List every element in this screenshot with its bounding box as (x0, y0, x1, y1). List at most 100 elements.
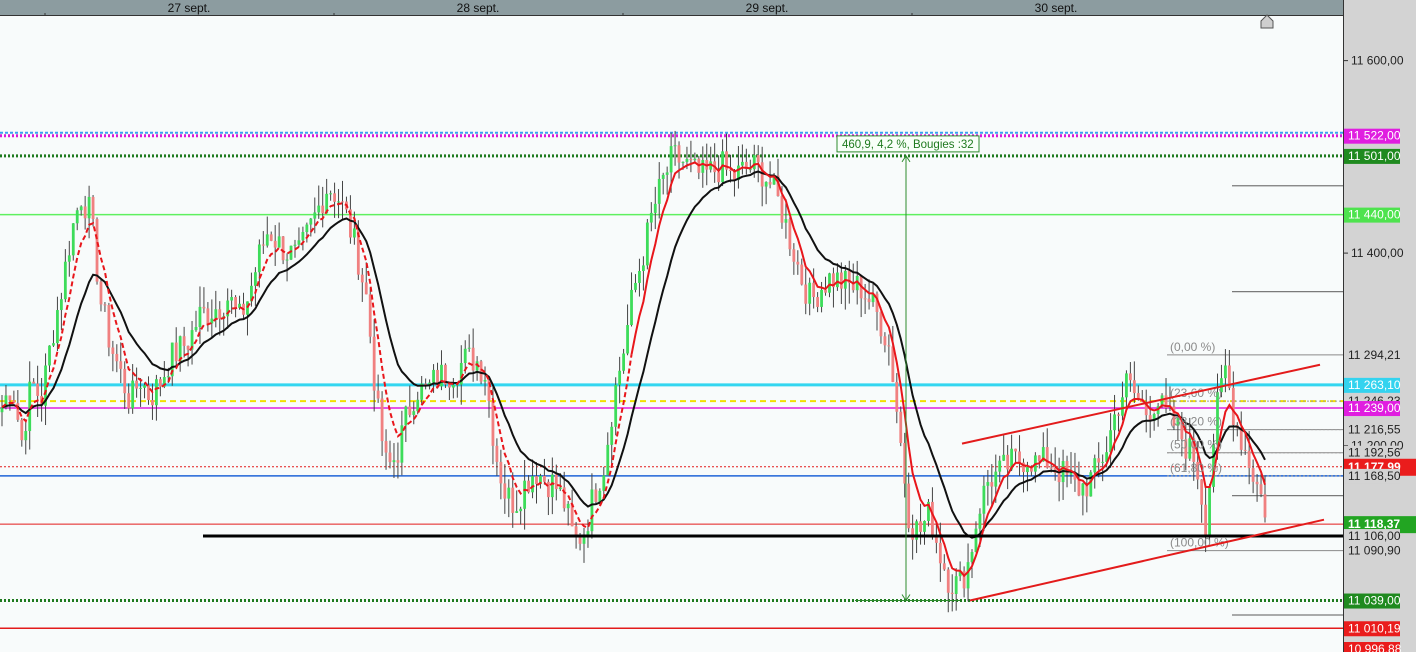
candle-body (1259, 484, 1263, 495)
candle-body (934, 537, 938, 543)
candle-body (531, 476, 534, 493)
candle-body (471, 347, 475, 371)
candle-body (1125, 373, 1128, 398)
candle-body (155, 379, 158, 406)
candle-body (337, 201, 340, 203)
candle-body (447, 384, 451, 388)
candle-body (622, 353, 626, 371)
candle-body (681, 161, 685, 163)
candle-body (883, 336, 887, 346)
candle-body (1208, 486, 1211, 537)
candle-body (368, 294, 372, 337)
candle-body (364, 282, 368, 295)
candle-body (895, 381, 899, 412)
candle-body (174, 342, 178, 362)
candle-body (606, 444, 610, 476)
candle-body (36, 383, 40, 396)
date-label: 27 sept. (168, 1, 211, 15)
candle-body (317, 205, 321, 213)
candle-body (836, 272, 839, 288)
level-price-label: 11 168,50 (1348, 469, 1401, 483)
fib-label: (0,00 %) (1170, 340, 1215, 354)
candle-body (218, 309, 222, 319)
level-price-label: 10 996,88 (1348, 642, 1402, 652)
level-price-label: 11 192,56 (1348, 446, 1401, 460)
candle-body (954, 576, 958, 594)
candle-body (1014, 448, 1017, 452)
candle-body (285, 259, 289, 261)
candle-body (95, 219, 99, 282)
candle-body (309, 218, 313, 225)
candle-body (641, 265, 645, 271)
candle-body (653, 203, 657, 213)
candle-body (352, 228, 356, 238)
candle-body (1117, 414, 1120, 416)
level-price-label: 11 010,19 (1348, 621, 1401, 635)
candle-body (535, 476, 538, 485)
candle-body (665, 172, 669, 175)
candle-body (305, 224, 309, 233)
measure-label: 460,9, 4,2 %, Bougies :32 (842, 139, 974, 151)
candle-body (626, 325, 629, 354)
candle-body (610, 426, 614, 445)
candle-body (1113, 414, 1116, 431)
candle-body (546, 481, 550, 498)
candle-body (293, 244, 297, 246)
candle-body (812, 282, 816, 298)
candle-body (277, 236, 281, 248)
candle-body (638, 270, 641, 283)
candle-body (970, 552, 974, 563)
candle-body (740, 161, 744, 166)
candle-body (404, 406, 408, 426)
plot-background (0, 0, 1343, 652)
candle-body (824, 289, 827, 293)
level-price-label: 11 263,10 (1348, 378, 1401, 392)
candle-body (408, 406, 412, 415)
candle-body (645, 222, 649, 266)
candle-body (1231, 387, 1235, 426)
candle-body (384, 441, 388, 453)
candle-body (321, 205, 325, 214)
candle-body (1093, 458, 1097, 473)
candle-body (919, 521, 922, 532)
candle-body (313, 212, 317, 219)
candle-body (147, 385, 150, 401)
candle-body (253, 272, 257, 286)
candle-body (614, 384, 618, 427)
candle-body (634, 282, 637, 290)
candle-body (820, 289, 823, 307)
candle-body (1251, 468, 1255, 482)
candle-body (1057, 472, 1061, 483)
candle-body (143, 385, 146, 388)
candle-body (689, 159, 693, 161)
candle-body (1132, 380, 1136, 394)
candle-body (673, 145, 677, 147)
candle-body (816, 297, 820, 307)
candle-body (333, 193, 336, 202)
candle-body (265, 234, 269, 246)
price-chart[interactable]: (0,00 %)(23,60 %)(38,20 %)(50,00 %)(61,8… (0, 0, 1416, 652)
candle-body (214, 309, 218, 319)
candle-body (1018, 451, 1021, 463)
candle-body (590, 489, 594, 532)
candle-body (519, 508, 523, 512)
candle-body (863, 298, 867, 300)
candle-body (618, 370, 622, 385)
candle-body (784, 219, 788, 223)
candle-body (341, 201, 344, 203)
candle-body (1204, 504, 1208, 537)
candle-body (99, 281, 103, 305)
candle-body (768, 181, 772, 185)
y-tick-label: 11 600,00 (1351, 54, 1404, 68)
candle-body (685, 159, 689, 162)
candle-body (376, 390, 380, 399)
candle-body (380, 398, 384, 442)
candle-body (281, 236, 285, 261)
candle-body (796, 261, 800, 265)
candle-body (598, 490, 602, 502)
candle-body (127, 393, 131, 409)
candle-body (543, 475, 546, 482)
candle-body (1006, 454, 1010, 470)
candle-body (52, 343, 55, 346)
candle-body (1002, 454, 1006, 461)
